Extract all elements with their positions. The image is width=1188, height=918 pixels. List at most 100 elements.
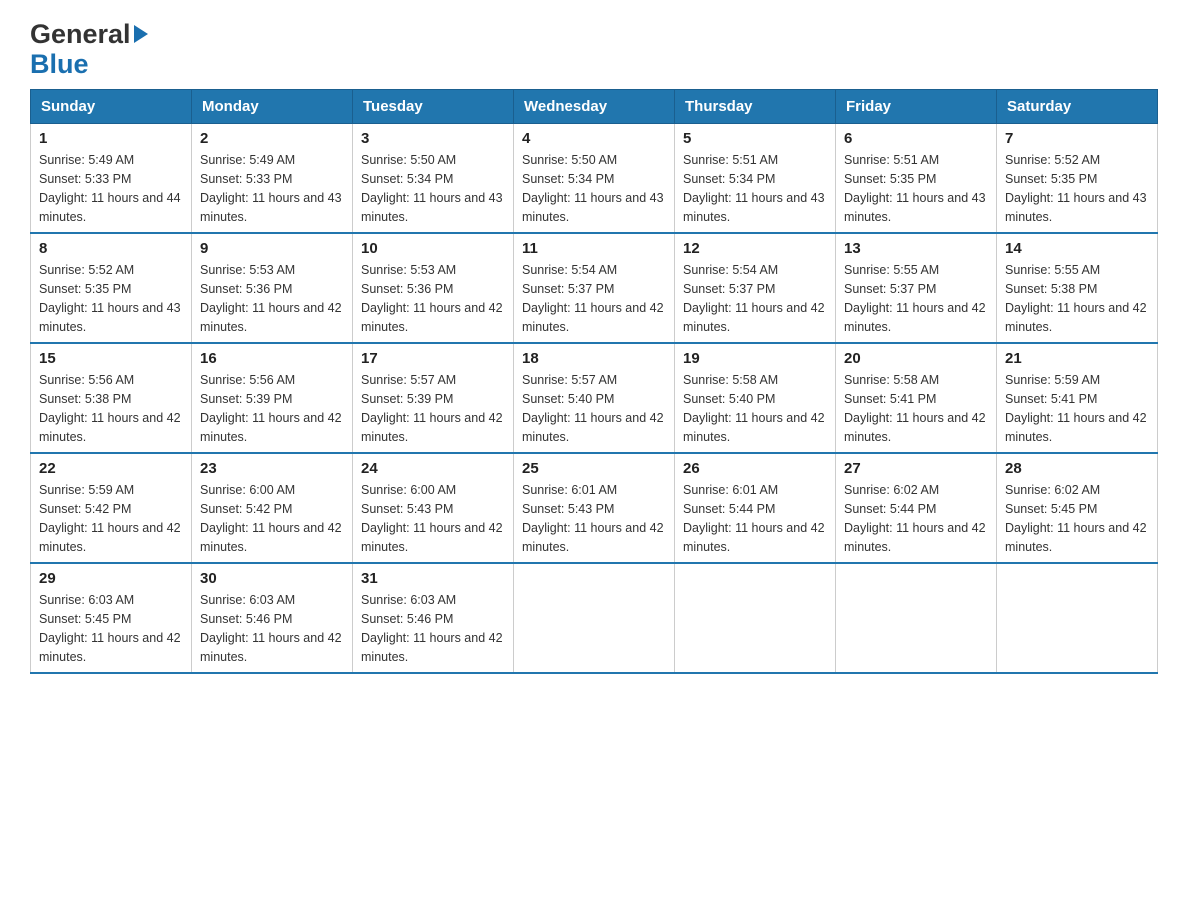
day-number: 7 bbox=[1005, 130, 1149, 147]
day-number: 9 bbox=[200, 240, 344, 257]
day-info: Sunrise: 5:58 AMSunset: 5:41 PMDaylight:… bbox=[844, 371, 988, 446]
day-number: 24 bbox=[361, 460, 505, 477]
calendar-cell: 5 Sunrise: 5:51 AMSunset: 5:34 PMDayligh… bbox=[675, 124, 836, 234]
day-info: Sunrise: 5:59 AMSunset: 5:41 PMDaylight:… bbox=[1005, 371, 1149, 446]
calendar-cell: 19 Sunrise: 5:58 AMSunset: 5:40 PMDaylig… bbox=[675, 343, 836, 453]
day-info: Sunrise: 5:55 AMSunset: 5:37 PMDaylight:… bbox=[844, 261, 988, 336]
day-number: 10 bbox=[361, 240, 505, 257]
day-number: 19 bbox=[683, 350, 827, 367]
weekday-header-tuesday: Tuesday bbox=[353, 90, 514, 124]
day-info: Sunrise: 5:58 AMSunset: 5:40 PMDaylight:… bbox=[683, 371, 827, 446]
day-number: 3 bbox=[361, 130, 505, 147]
day-number: 18 bbox=[522, 350, 666, 367]
weekday-header-thursday: Thursday bbox=[675, 90, 836, 124]
weekday-header-row: SundayMondayTuesdayWednesdayThursdayFrid… bbox=[31, 90, 1158, 124]
calendar-cell bbox=[675, 563, 836, 673]
day-info: Sunrise: 5:57 AMSunset: 5:40 PMDaylight:… bbox=[522, 371, 666, 446]
weekday-header-sunday: Sunday bbox=[31, 90, 192, 124]
day-number: 28 bbox=[1005, 460, 1149, 477]
day-number: 21 bbox=[1005, 350, 1149, 367]
calendar-cell: 3 Sunrise: 5:50 AMSunset: 5:34 PMDayligh… bbox=[353, 124, 514, 234]
weekday-header-saturday: Saturday bbox=[997, 90, 1158, 124]
weekday-header-monday: Monday bbox=[192, 90, 353, 124]
calendar-cell: 17 Sunrise: 5:57 AMSunset: 5:39 PMDaylig… bbox=[353, 343, 514, 453]
day-number: 27 bbox=[844, 460, 988, 477]
day-number: 29 bbox=[39, 570, 183, 587]
logo-arrow-icon bbox=[134, 25, 148, 43]
calendar-cell: 21 Sunrise: 5:59 AMSunset: 5:41 PMDaylig… bbox=[997, 343, 1158, 453]
calendar-week-1: 1 Sunrise: 5:49 AMSunset: 5:33 PMDayligh… bbox=[31, 124, 1158, 234]
weekday-header-friday: Friday bbox=[836, 90, 997, 124]
day-number: 5 bbox=[683, 130, 827, 147]
calendar-cell: 18 Sunrise: 5:57 AMSunset: 5:40 PMDaylig… bbox=[514, 343, 675, 453]
day-info: Sunrise: 6:03 AMSunset: 5:46 PMDaylight:… bbox=[361, 591, 505, 666]
calendar-cell: 20 Sunrise: 5:58 AMSunset: 5:41 PMDaylig… bbox=[836, 343, 997, 453]
day-info: Sunrise: 5:56 AMSunset: 5:39 PMDaylight:… bbox=[200, 371, 344, 446]
day-number: 12 bbox=[683, 240, 827, 257]
day-number: 13 bbox=[844, 240, 988, 257]
calendar-cell: 14 Sunrise: 5:55 AMSunset: 5:38 PMDaylig… bbox=[997, 233, 1158, 343]
calendar-cell bbox=[836, 563, 997, 673]
calendar-cell: 30 Sunrise: 6:03 AMSunset: 5:46 PMDaylig… bbox=[192, 563, 353, 673]
calendar-cell: 25 Sunrise: 6:01 AMSunset: 5:43 PMDaylig… bbox=[514, 453, 675, 563]
day-number: 15 bbox=[39, 350, 183, 367]
calendar-cell: 1 Sunrise: 5:49 AMSunset: 5:33 PMDayligh… bbox=[31, 124, 192, 234]
day-number: 17 bbox=[361, 350, 505, 367]
day-number: 4 bbox=[522, 130, 666, 147]
calendar-cell: 29 Sunrise: 6:03 AMSunset: 5:45 PMDaylig… bbox=[31, 563, 192, 673]
day-info: Sunrise: 6:00 AMSunset: 5:43 PMDaylight:… bbox=[361, 481, 505, 556]
day-info: Sunrise: 5:57 AMSunset: 5:39 PMDaylight:… bbox=[361, 371, 505, 446]
calendar-cell: 10 Sunrise: 5:53 AMSunset: 5:36 PMDaylig… bbox=[353, 233, 514, 343]
calendar-cell: 24 Sunrise: 6:00 AMSunset: 5:43 PMDaylig… bbox=[353, 453, 514, 563]
day-info: Sunrise: 6:02 AMSunset: 5:44 PMDaylight:… bbox=[844, 481, 988, 556]
logo: General Blue bbox=[30, 20, 148, 79]
day-info: Sunrise: 5:52 AMSunset: 5:35 PMDaylight:… bbox=[39, 261, 183, 336]
day-info: Sunrise: 6:03 AMSunset: 5:46 PMDaylight:… bbox=[200, 591, 344, 666]
day-number: 1 bbox=[39, 130, 183, 147]
day-info: Sunrise: 5:56 AMSunset: 5:38 PMDaylight:… bbox=[39, 371, 183, 446]
calendar-week-4: 22 Sunrise: 5:59 AMSunset: 5:42 PMDaylig… bbox=[31, 453, 1158, 563]
weekday-header-wednesday: Wednesday bbox=[514, 90, 675, 124]
day-number: 14 bbox=[1005, 240, 1149, 257]
calendar-cell: 16 Sunrise: 5:56 AMSunset: 5:39 PMDaylig… bbox=[192, 343, 353, 453]
day-info: Sunrise: 5:52 AMSunset: 5:35 PMDaylight:… bbox=[1005, 151, 1149, 226]
calendar-cell bbox=[514, 563, 675, 673]
calendar-cell: 26 Sunrise: 6:01 AMSunset: 5:44 PMDaylig… bbox=[675, 453, 836, 563]
calendar-cell: 28 Sunrise: 6:02 AMSunset: 5:45 PMDaylig… bbox=[997, 453, 1158, 563]
calendar-cell: 4 Sunrise: 5:50 AMSunset: 5:34 PMDayligh… bbox=[514, 124, 675, 234]
day-number: 30 bbox=[200, 570, 344, 587]
calendar-table: SundayMondayTuesdayWednesdayThursdayFrid… bbox=[30, 89, 1158, 674]
day-number: 25 bbox=[522, 460, 666, 477]
day-number: 2 bbox=[200, 130, 344, 147]
day-number: 22 bbox=[39, 460, 183, 477]
calendar-cell: 8 Sunrise: 5:52 AMSunset: 5:35 PMDayligh… bbox=[31, 233, 192, 343]
day-info: Sunrise: 5:53 AMSunset: 5:36 PMDaylight:… bbox=[361, 261, 505, 336]
day-info: Sunrise: 5:54 AMSunset: 5:37 PMDaylight:… bbox=[522, 261, 666, 336]
calendar-cell: 15 Sunrise: 5:56 AMSunset: 5:38 PMDaylig… bbox=[31, 343, 192, 453]
day-number: 31 bbox=[361, 570, 505, 587]
calendar-cell: 6 Sunrise: 5:51 AMSunset: 5:35 PMDayligh… bbox=[836, 124, 997, 234]
calendar-cell: 22 Sunrise: 5:59 AMSunset: 5:42 PMDaylig… bbox=[31, 453, 192, 563]
day-info: Sunrise: 5:51 AMSunset: 5:35 PMDaylight:… bbox=[844, 151, 988, 226]
day-info: Sunrise: 6:01 AMSunset: 5:43 PMDaylight:… bbox=[522, 481, 666, 556]
day-number: 11 bbox=[522, 240, 666, 257]
day-info: Sunrise: 5:59 AMSunset: 5:42 PMDaylight:… bbox=[39, 481, 183, 556]
calendar-cell: 23 Sunrise: 6:00 AMSunset: 5:42 PMDaylig… bbox=[192, 453, 353, 563]
calendar-cell bbox=[997, 563, 1158, 673]
page-header: General Blue bbox=[30, 20, 1158, 79]
day-info: Sunrise: 6:02 AMSunset: 5:45 PMDaylight:… bbox=[1005, 481, 1149, 556]
day-info: Sunrise: 5:53 AMSunset: 5:36 PMDaylight:… bbox=[200, 261, 344, 336]
day-info: Sunrise: 5:49 AMSunset: 5:33 PMDaylight:… bbox=[200, 151, 344, 226]
day-info: Sunrise: 6:03 AMSunset: 5:45 PMDaylight:… bbox=[39, 591, 183, 666]
day-info: Sunrise: 6:01 AMSunset: 5:44 PMDaylight:… bbox=[683, 481, 827, 556]
day-number: 16 bbox=[200, 350, 344, 367]
calendar-cell: 13 Sunrise: 5:55 AMSunset: 5:37 PMDaylig… bbox=[836, 233, 997, 343]
day-info: Sunrise: 5:55 AMSunset: 5:38 PMDaylight:… bbox=[1005, 261, 1149, 336]
day-info: Sunrise: 5:50 AMSunset: 5:34 PMDaylight:… bbox=[522, 151, 666, 226]
calendar-cell: 2 Sunrise: 5:49 AMSunset: 5:33 PMDayligh… bbox=[192, 124, 353, 234]
calendar-cell: 12 Sunrise: 5:54 AMSunset: 5:37 PMDaylig… bbox=[675, 233, 836, 343]
calendar-cell: 11 Sunrise: 5:54 AMSunset: 5:37 PMDaylig… bbox=[514, 233, 675, 343]
day-number: 23 bbox=[200, 460, 344, 477]
calendar-week-2: 8 Sunrise: 5:52 AMSunset: 5:35 PMDayligh… bbox=[31, 233, 1158, 343]
calendar-cell: 31 Sunrise: 6:03 AMSunset: 5:46 PMDaylig… bbox=[353, 563, 514, 673]
